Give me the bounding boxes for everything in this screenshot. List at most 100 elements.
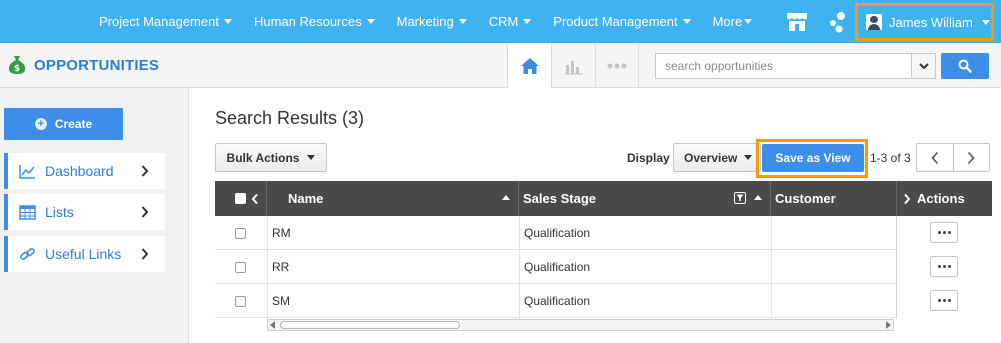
column-header-name[interactable]: Name (267, 181, 519, 216)
bulk-actions-button[interactable]: Bulk Actions (215, 143, 327, 172)
caret-down-icon (458, 19, 467, 24)
horizontal-scrollbar[interactable] (267, 319, 894, 331)
header-select-cell (215, 181, 267, 216)
plus-icon: + (34, 118, 47, 130)
caret-down-icon (223, 19, 232, 24)
sort-asc-icon[interactable] (502, 195, 510, 200)
menu-project-management[interactable]: Project Management (99, 14, 232, 29)
sidebar-item-dashboard[interactable]: Dashboard (4, 153, 165, 189)
column-label: Customer (775, 191, 836, 206)
caret-down-icon (366, 19, 375, 24)
create-label: Create (54, 117, 93, 131)
create-button[interactable]: + Create (4, 108, 123, 140)
column-divider (267, 216, 268, 319)
menu-more[interactable]: More (713, 14, 753, 29)
results-title: Search Results (3) (215, 108, 365, 128)
tab-home[interactable] (507, 43, 551, 88)
scroll-left-icon[interactable] (270, 321, 275, 329)
user-name: James William (889, 14, 973, 30)
display-label: Display (627, 151, 670, 165)
caret-down-icon (744, 19, 753, 24)
menu-label: Product Management (553, 14, 678, 29)
search-dropdown-toggle[interactable] (911, 54, 935, 78)
page-title: OPPORTUNITIES (34, 56, 160, 74)
top-menu: Project Management Human Resources Marke… (99, 0, 774, 43)
row-select-cell (235, 250, 246, 284)
chevron-right-icon (141, 165, 149, 177)
menu-label: CRM (488, 14, 519, 29)
chevron-right-icon (141, 206, 149, 218)
prev-page-button[interactable] (917, 144, 953, 171)
table-row[interactable]: RM Qualification (215, 216, 992, 250)
cell-name[interactable]: RM (272, 216, 291, 250)
row-select-cell (235, 216, 246, 250)
column-label: Name (288, 191, 324, 206)
table-icon (19, 204, 36, 220)
line-chart-icon (19, 164, 35, 179)
menu-label: More (712, 14, 743, 29)
store-icon[interactable] (786, 12, 808, 32)
cell-name[interactable]: RR (272, 250, 289, 284)
chevron-left-icon[interactable] (251, 193, 259, 205)
save-as-view-button[interactable]: Save as View (762, 144, 864, 172)
sort-asc-icon[interactable] (754, 195, 762, 200)
column-header-actions: Actions (896, 181, 992, 216)
network-icon[interactable] (827, 11, 847, 33)
search-input[interactable] (656, 54, 911, 78)
row-checkbox[interactable] (235, 227, 246, 239)
scrollbar-thumb[interactable] (280, 321, 460, 329)
cell-sales-stage: Qualification (524, 294, 591, 308)
row-checkbox[interactable] (235, 295, 246, 307)
search-icon (958, 59, 972, 73)
link-icon (20, 247, 35, 260)
row-actions-button[interactable] (930, 256, 958, 277)
search-button[interactable] (941, 53, 989, 79)
tab-charts[interactable] (551, 43, 595, 88)
row-actions-button[interactable] (930, 222, 958, 243)
menu-label: Human Resources (253, 14, 362, 29)
svg-text:$: $ (14, 64, 20, 74)
caret-down-icon (682, 19, 691, 24)
sidebar-item-lists[interactable]: Lists (4, 194, 165, 230)
display-select[interactable]: Overview (673, 143, 761, 172)
money-bag-icon: $ (8, 56, 26, 74)
select-all-checkbox[interactable] (235, 193, 246, 204)
column-header-sales-stage[interactable]: Sales Stage (519, 181, 771, 216)
sidebar-item-label: Lists (45, 204, 74, 220)
next-page-button[interactable] (952, 144, 990, 171)
top-navbar: Project Management Human Resources Marke… (0, 0, 1001, 43)
sidebar: + Create Dashboard Lists Useful Links (0, 88, 189, 343)
column-divider (771, 216, 772, 319)
more-dots-icon (607, 63, 627, 68)
sidebar-item-useful-links[interactable]: Useful Links (4, 236, 165, 272)
menu-product-management[interactable]: Product Management (553, 14, 691, 29)
chevron-right-icon (968, 151, 975, 164)
save-view-label: Save as View (775, 151, 851, 165)
column-label: Sales Stage (523, 191, 596, 206)
cell-name[interactable]: SM (272, 284, 290, 318)
table-row[interactable]: SM Qualification (215, 284, 992, 318)
funnel-icon (736, 194, 744, 202)
table-row[interactable]: RR Qualification (215, 250, 992, 284)
menu-marketing[interactable]: Marketing (397, 14, 467, 29)
filter-icon[interactable] (734, 192, 746, 204)
chevron-left-icon (931, 151, 938, 164)
bulk-actions-label: Bulk Actions (226, 150, 300, 165)
row-checkbox[interactable] (235, 261, 246, 273)
chevron-right-icon[interactable] (903, 193, 911, 205)
menu-human-resources[interactable]: Human Resources (254, 14, 375, 29)
caret-down-icon (744, 155, 753, 160)
column-label: Actions (917, 191, 965, 206)
menu-crm[interactable]: CRM (489, 14, 532, 29)
page-count: 1-3 of 3 (870, 151, 911, 165)
display-value: Overview (684, 150, 738, 165)
table-header: Name Sales Stage Customer Actions (215, 181, 992, 216)
column-divider (519, 216, 520, 319)
scroll-right-icon[interactable] (886, 321, 891, 329)
avatar-icon (866, 14, 882, 30)
caret-down-icon (307, 155, 316, 160)
user-menu[interactable]: James William (855, 3, 994, 41)
tab-more[interactable] (595, 43, 639, 88)
column-header-customer[interactable]: Customer (771, 181, 896, 216)
row-actions-button[interactable] (930, 290, 958, 311)
